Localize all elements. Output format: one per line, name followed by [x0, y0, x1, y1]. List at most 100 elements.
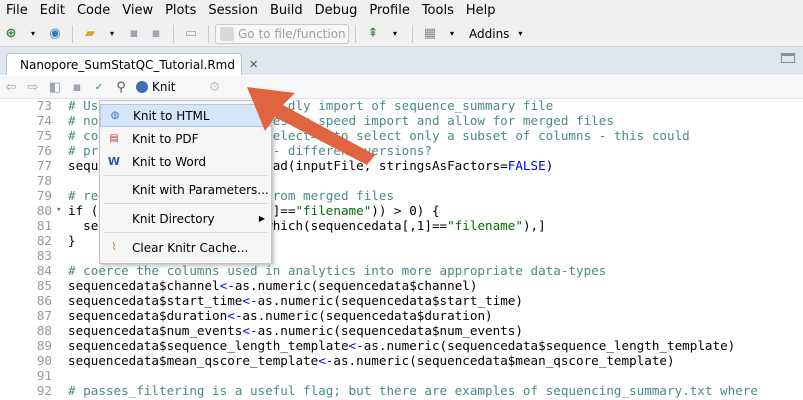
code-text: # coerce the columns used in analytics i…: [68, 263, 607, 278]
menu-help[interactable]: Help: [460, 3, 502, 18]
code-line[interactable]: 92 # passes_filtering is a useful flag; b…: [0, 383, 803, 398]
line-number: 75: [36, 128, 52, 143]
show-in-window-icon[interactable]: ◧: [46, 78, 64, 96]
divider: [173, 24, 174, 43]
submenu-arrow-icon: ▶: [258, 214, 265, 223]
code-text: sequencedata$num_events<-as.numeric(sequ…: [68, 323, 523, 338]
pdf-icon: ▤: [109, 133, 119, 144]
menu-item-label: Knit Directory: [132, 211, 215, 226]
line-number: 77: [36, 158, 52, 173]
goto-icon: [220, 26, 234, 41]
line-number: 74: [36, 113, 52, 128]
line-number: 80: [36, 203, 52, 218]
menu-plots[interactable]: Plots: [159, 3, 202, 18]
print-icon[interactable]: ▭: [182, 25, 200, 43]
yarn-ball-icon: [136, 81, 148, 93]
blank-icon: [106, 211, 122, 227]
open-folder-icon[interactable]: ▰: [81, 25, 99, 43]
save-icon[interactable]: ▪: [68, 78, 86, 96]
menu-profile[interactable]: Profile: [363, 3, 415, 18]
menu-debug[interactable]: Debug: [309, 3, 364, 18]
editor-tabbar: Nanopore_SumStatQC_Tutorial.Rmd ✕: [0, 47, 803, 75]
menu-item-clear-cache[interactable]: ⌇ Clear Knitr Cache...: [100, 236, 271, 259]
line-number: 82: [36, 233, 52, 248]
code-line[interactable]: 87 sequencedata$duration<-as.numeric(sequ…: [0, 308, 803, 323]
word-icon: W: [107, 155, 121, 168]
code-line[interactable]: 84 # coerce the columns used in analytics…: [0, 263, 803, 278]
goto-placeholder: Go to file/function: [238, 26, 346, 41]
divider: [208, 24, 209, 43]
line-number: 78: [36, 173, 52, 188]
save-icon[interactable]: ▪: [125, 25, 143, 43]
dropdown-icon[interactable]: ▾: [386, 25, 404, 43]
knit-label: Knit: [152, 80, 176, 94]
menu-bar: File Edit Code View Plots Session Build …: [0, 0, 803, 21]
save-all-icon[interactable]: ▪: [147, 25, 165, 43]
fold-arrow-icon[interactable]: ▾: [56, 205, 61, 215]
blank-icon: [106, 182, 122, 198]
knit-button[interactable]: Knit: [136, 80, 176, 94]
main-toolbar: ⊕ ▾ ◉ ▰ ▾ ▪ ▪ ▭ Go to file/function ⇞ ▾ …: [0, 21, 803, 47]
line-number: 92: [36, 383, 52, 398]
menu-view[interactable]: View: [116, 3, 159, 18]
code-line[interactable]: 91: [0, 368, 803, 383]
menu-session[interactable]: Session: [202, 3, 264, 18]
code-line[interactable]: 89 sequencedata$sequence_length_template<…: [0, 338, 803, 353]
code-line[interactable]: 86 sequencedata$start_time<-as.numeric(se…: [0, 293, 803, 308]
code-text: sequencedata$sequence_length_template<-a…: [68, 338, 736, 353]
addins-button[interactable]: Addins: [469, 27, 509, 41]
code-text: # passes_filtering is a useful flag; but…: [68, 383, 758, 398]
menu-item-label: Clear Knitr Cache...: [132, 240, 249, 255]
settings-gear-icon[interactable]: ⚙: [206, 78, 224, 96]
menu-item-knit-directory[interactable]: Knit Directory ▶: [100, 207, 271, 230]
html-icon: ◍: [110, 110, 120, 121]
line-number: 87: [36, 308, 52, 323]
spellcheck-icon[interactable]: ✓: [90, 78, 108, 96]
broom-icon: ⌇: [111, 242, 117, 253]
dropdown-icon[interactable]: ▾: [511, 25, 529, 43]
dropdown-icon[interactable]: ▾: [103, 25, 121, 43]
dropdown-icon[interactable]: ▾: [443, 25, 461, 43]
minimize-pane-icon[interactable]: [781, 53, 795, 63]
menu-separator: [104, 203, 267, 204]
line-number: 91: [36, 368, 52, 383]
line-number: 83: [36, 248, 52, 263]
close-icon[interactable]: ✕: [249, 58, 258, 71]
tab-rmd-file[interactable]: Nanopore_SumStatQC_Tutorial.Rmd ✕: [6, 53, 258, 75]
menu-build[interactable]: Build: [264, 3, 309, 18]
new-file-icon[interactable]: ⊕: [2, 25, 20, 43]
editor-toolbar: ⇦ ⇨ ◧ ▪ ✓ ⚲ Knit ⚙: [0, 76, 803, 99]
line-number: 76: [36, 143, 52, 158]
divider: [412, 24, 413, 43]
divider: [355, 24, 356, 43]
divider: [72, 24, 73, 43]
search-icon[interactable]: ⚲: [112, 78, 130, 96]
line-number: 88: [36, 323, 52, 338]
back-arrow-icon[interactable]: ⇦: [2, 78, 20, 96]
menu-code[interactable]: Code: [71, 3, 116, 18]
annotation-arrow-icon: [247, 87, 375, 165]
forward-arrow-icon[interactable]: ⇨: [24, 78, 42, 96]
menu-edit[interactable]: Edit: [34, 3, 71, 18]
pane-layout-icon[interactable]: ▦: [421, 25, 439, 43]
code-line[interactable]: 88 sequencedata$num_events<-as.numeric(se…: [0, 323, 803, 338]
goto-file-input[interactable]: Go to file/function: [215, 23, 349, 44]
code-line[interactable]: 85 sequencedata$channel<-as.numeric(seque…: [0, 278, 803, 293]
version-control-icon[interactable]: ⇞: [364, 25, 382, 43]
code-text: sequencedata$duration<-as.numeric(sequen…: [68, 308, 493, 323]
line-number: 85: [36, 278, 52, 293]
code-text: sequencedata$start_time<-as.numeric(sequ…: [68, 293, 523, 308]
menu-file[interactable]: File: [0, 3, 34, 18]
line-number: 73: [36, 98, 52, 113]
line-number: 81: [36, 218, 52, 233]
menu-separator: [104, 232, 267, 233]
menu-separator: [104, 175, 267, 176]
menu-item-knit-parameters[interactable]: Knit with Parameters...: [100, 178, 271, 201]
menu-tools[interactable]: Tools: [416, 3, 460, 18]
line-number: 90: [36, 353, 52, 368]
code-text: sequencedata$channel<-as.numeric(sequenc…: [68, 278, 478, 293]
dropdown-icon[interactable]: ▾: [24, 25, 42, 43]
new-project-icon[interactable]: ◉: [46, 25, 64, 43]
code-line[interactable]: 90 sequencedata$mean_qscore_template<-as.…: [0, 353, 803, 368]
line-number: 89: [36, 338, 52, 353]
